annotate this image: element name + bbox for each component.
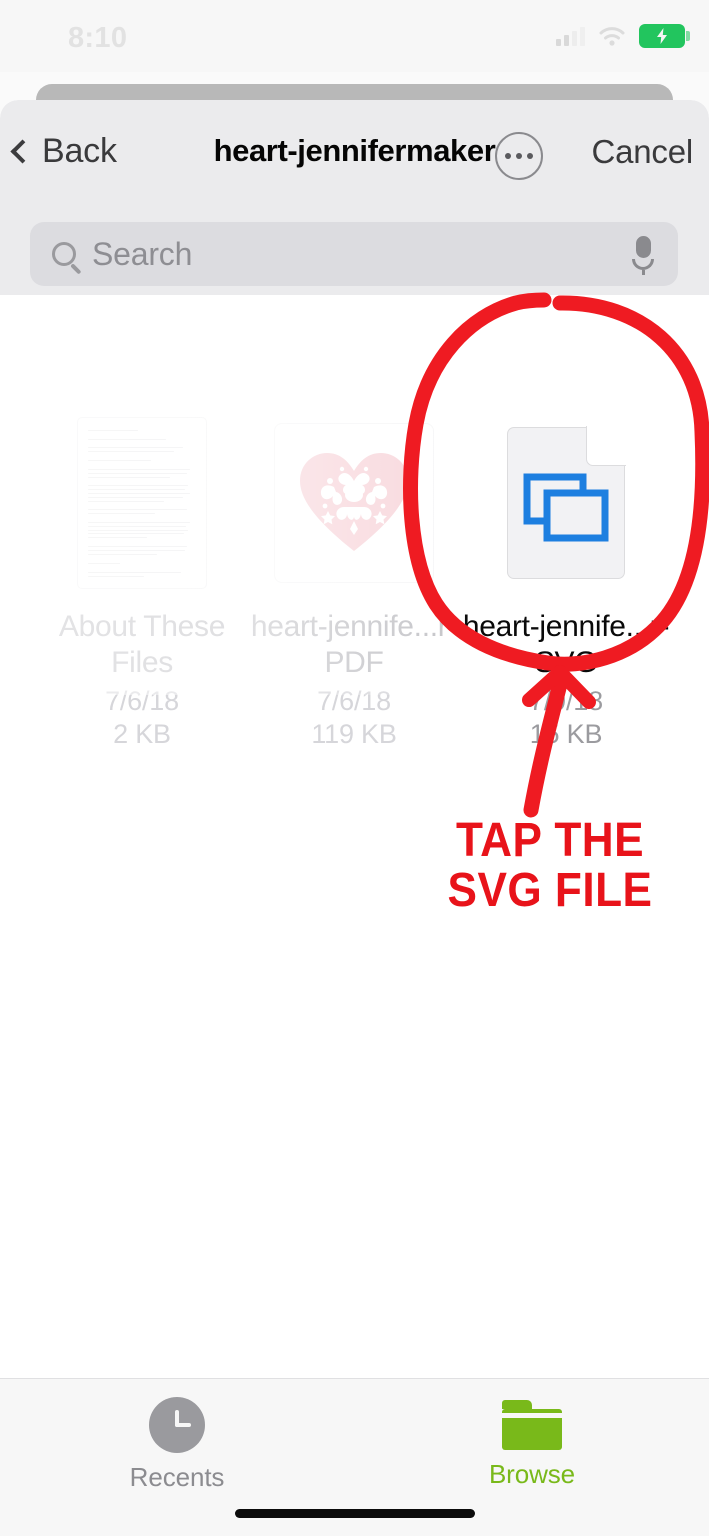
microphone-icon[interactable]	[632, 236, 654, 275]
ellipsis-dot	[505, 153, 511, 159]
file-size: 119 KB	[311, 719, 397, 749]
cancel-button[interactable]: Cancel	[591, 133, 693, 171]
tab-recents[interactable]: Recents	[92, 1397, 262, 1493]
status-time: 8:10	[68, 22, 128, 54]
ellipsis-dot	[516, 153, 522, 159]
overlapping-rectangles-glyph	[507, 473, 625, 543]
file-grid: About These Files 7/6/18 2 KB heart-jenn…	[0, 395, 709, 1468]
file-item-about-these-files[interactable]: About These Files 7/6/18 2 KB	[36, 415, 248, 751]
back-button-label: Back	[42, 132, 117, 170]
file-thumbnail	[60, 415, 224, 591]
pink-heart-image-thumbnail	[274, 423, 434, 583]
back-button[interactable]: Back	[10, 132, 117, 171]
search-placeholder: Search	[92, 235, 193, 272]
file-size: 15 KB	[529, 719, 603, 749]
folder-icon	[502, 1400, 562, 1450]
status-bar-icons	[556, 24, 690, 48]
status-bar: 8:10	[0, 0, 709, 72]
svg-file-icon	[507, 426, 626, 579]
file-name: About These Files	[58, 610, 226, 679]
more-options-button[interactable]	[495, 132, 543, 180]
search-icon	[52, 242, 76, 266]
file-name: heart-jennife...r-PDF	[250, 610, 458, 679]
file-date: 7/9/18	[529, 686, 603, 716]
file-thumbnail	[484, 415, 648, 591]
file-picker-sheet: Back heart-jennifermaker Cancel Search A…	[0, 100, 709, 1536]
file-size: 2 KB	[113, 719, 171, 749]
navigation-area: Back heart-jennifermaker Cancel Search	[0, 100, 709, 295]
chevron-left-icon	[10, 139, 35, 164]
file-date: 7/6/18	[105, 686, 179, 716]
tab-browse[interactable]: Browse	[447, 1397, 617, 1490]
search-input[interactable]: Search	[30, 222, 678, 286]
tab-browse-label: Browse	[488, 1459, 576, 1489]
battery-charging-icon	[639, 24, 690, 48]
navigation-bar: Back heart-jennifermaker Cancel	[0, 100, 709, 210]
file-name: heart-jennife...r-SVG	[462, 610, 670, 679]
file-item-heart-svg[interactable]: heart-jennife...r-SVG 7/9/18 15 KB	[460, 415, 672, 751]
text-document-thumbnail	[77, 417, 207, 589]
ios-files-app-screen: 8:10 Back heart-jennifermaker Cancel Sea…	[0, 0, 709, 1536]
file-thumbnail	[272, 415, 436, 591]
wifi-icon	[598, 26, 626, 46]
file-item-heart-pdf[interactable]: heart-jennife...r-PDF 7/6/18 119 KB	[248, 415, 460, 751]
ellipsis-dot	[527, 153, 533, 159]
file-date: 7/6/18	[317, 686, 391, 716]
clock-icon	[149, 1397, 205, 1453]
cellular-signal-icon	[556, 26, 585, 46]
tab-recents-label: Recents	[129, 1462, 225, 1492]
home-indicator[interactable]	[234, 1509, 475, 1518]
